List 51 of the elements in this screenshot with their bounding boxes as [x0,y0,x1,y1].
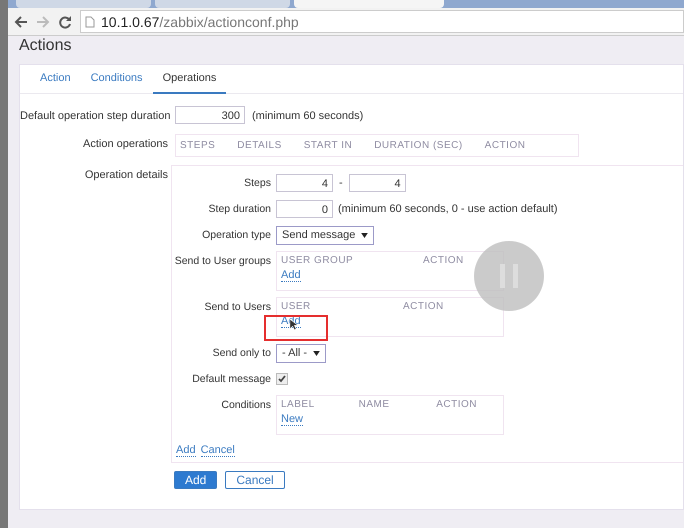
column-header: ACTION [403,301,444,312]
page-title: Actions [19,36,72,56]
column-header: DURATION (SEC) [374,140,463,151]
field-label: Conditions [220,398,271,413]
column-header: DETAILS [237,140,282,151]
form-button[interactable]: Add [174,471,218,489]
column-header: ACTION [423,255,464,266]
separator-text: - [338,177,344,189]
field-label: Send to User groups [174,254,271,269]
add-link[interactable]: Add [281,269,301,282]
reload-icon[interactable] [58,14,72,28]
send-only-to-dropdown[interactable]: - All - [276,344,326,362]
form-button[interactable]: Cancel [225,471,285,489]
address-field[interactable]: 10.1.0.67/zabbix/actionconf.php [80,10,684,33]
field-label: Operation details [84,168,168,183]
input-field[interactable]: 4 [276,174,333,192]
new-link[interactable]: New [281,413,304,426]
column-header: USER GROUP [281,255,354,266]
field-label: Default operation step duration [20,109,168,124]
hint-text: (minimum 60 seconds) [252,109,364,124]
field-label: Send to Users [203,300,271,315]
forward-icon[interactable] [36,14,50,28]
field-label: Default message [191,372,271,387]
field-label: Action operations [82,137,168,152]
column-header: USER [281,301,312,312]
field-label: Send only to [212,346,271,361]
caret-icon [313,350,320,356]
tab[interactable]: Action [30,65,81,94]
input-field[interactable]: 4 [348,174,406,192]
column-header: LABEL [281,399,316,410]
page-icon [85,16,95,28]
back-icon[interactable] [14,14,28,28]
checkbox[interactable] [276,373,288,385]
form-link[interactable]: Cancel [200,444,235,457]
operation-type-dropdown[interactable]: Send message [276,226,374,244]
highlight-box [264,315,328,341]
column-header: ACTION [436,399,477,410]
form-link[interactable]: Add [176,444,196,457]
field-label: Steps [243,176,271,191]
column-header: STEPS [180,140,216,151]
input-field[interactable]: 0 [276,200,333,218]
field-label: Step duration [208,202,271,217]
caret-icon [361,232,368,238]
field-label: Operation type [201,228,271,243]
tab[interactable]: Operations [152,65,226,94]
tab[interactable]: Conditions [80,65,153,94]
hint-text: (minimum 60 seconds, 0 - use action default) [338,202,558,217]
column-header: NAME [358,399,391,410]
input-field[interactable]: 300 [175,106,245,124]
column-header: ACTION [484,140,526,151]
column-header: START IN [304,140,352,151]
